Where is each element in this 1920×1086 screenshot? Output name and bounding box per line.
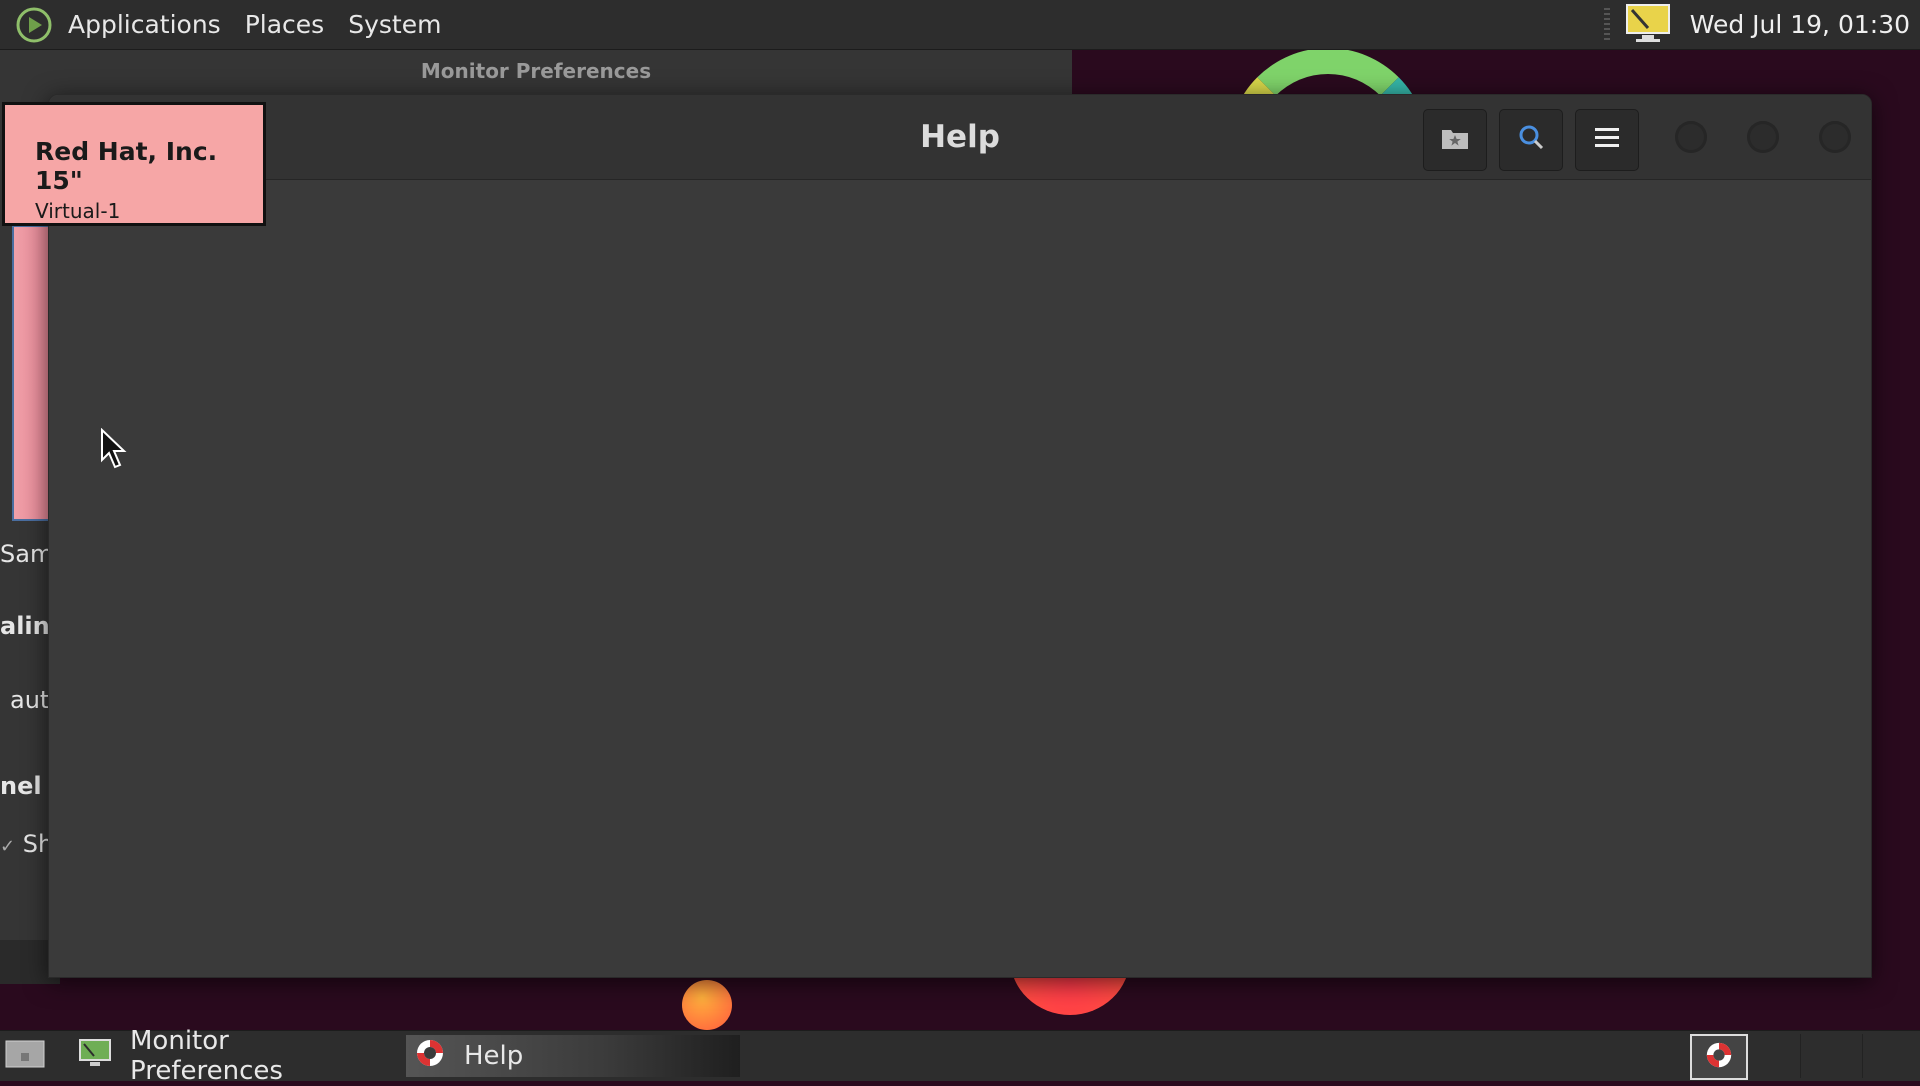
same-image-option[interactable]: Sam — [0, 540, 53, 568]
applications-menu[interactable]: Applications — [68, 10, 221, 39]
help-header-bar: Help — [49, 95, 1871, 180]
distro-logo-icon[interactable] — [14, 5, 54, 45]
mouse-pointer-icon — [100, 427, 128, 474]
bookmark-folder-icon — [1440, 125, 1470, 155]
help-lifebuoy-icon — [414, 1037, 446, 1076]
auto-option[interactable]: aut — [10, 686, 49, 714]
monitor-connector: Virtual-1 — [35, 199, 121, 223]
panel-heading: nel — [0, 772, 42, 800]
wallpaper-orb — [682, 980, 732, 1030]
top-panel-tray: Wed Jul 19, 01:30 — [1603, 0, 1910, 49]
workspace-3[interactable] — [1862, 1034, 1920, 1078]
monitor-preview[interactable] — [12, 225, 52, 521]
minimize-button[interactable] — [1675, 121, 1707, 153]
close-button[interactable] — [1819, 121, 1851, 153]
help-lifebuoy-icon — [1704, 1040, 1734, 1074]
help-content-area[interactable] — [49, 181, 1871, 977]
panel-handle[interactable] — [1603, 7, 1610, 42]
monitor-name: Red Hat, Inc. 15" — [35, 137, 218, 195]
search-button[interactable] — [1499, 109, 1563, 171]
display-settings-icon[interactable] — [1624, 2, 1672, 48]
monitor-prefs-icon — [78, 1038, 112, 1075]
search-icon — [1517, 124, 1545, 156]
top-panel: Applications Places System Wed Jul 19, 0… — [0, 0, 1920, 50]
bookmarks-button[interactable] — [1423, 109, 1487, 171]
show-desktop-button[interactable] — [4, 1035, 46, 1077]
hamburger-menu-icon — [1594, 126, 1620, 154]
taskbar-monitor-preferences[interactable]: Monitor Preferences — [74, 1026, 386, 1086]
maximize-button[interactable] — [1747, 121, 1779, 153]
checkmark-icon: ✓ — [0, 836, 16, 857]
bottom-taskbar: Monitor Preferences Help — [0, 1026, 1920, 1086]
menu-button[interactable] — [1575, 109, 1639, 171]
show-desktop-icon — [5, 1037, 45, 1076]
workspace-2[interactable] — [1800, 1034, 1863, 1078]
help-window: Help — [48, 94, 1872, 978]
system-menu[interactable]: System — [348, 10, 441, 39]
taskbar-help[interactable]: Help — [406, 1035, 740, 1077]
monitor-preferences-title: Monitor Preferences — [420, 59, 652, 83]
task-label: Help — [464, 1041, 524, 1071]
task-label: Monitor Preferences — [130, 1026, 283, 1086]
clock[interactable]: Wed Jul 19, 01:30 — [1690, 10, 1910, 39]
show-checkbox[interactable]: ✓ Sh — [0, 830, 53, 858]
scaling-heading: alin — [0, 612, 50, 640]
monitor-label[interactable]: Red Hat, Inc. 15" Virtual-1 — [2, 102, 266, 226]
workspace-switcher[interactable] — [1690, 1034, 1748, 1080]
places-menu[interactable]: Places — [245, 10, 325, 39]
